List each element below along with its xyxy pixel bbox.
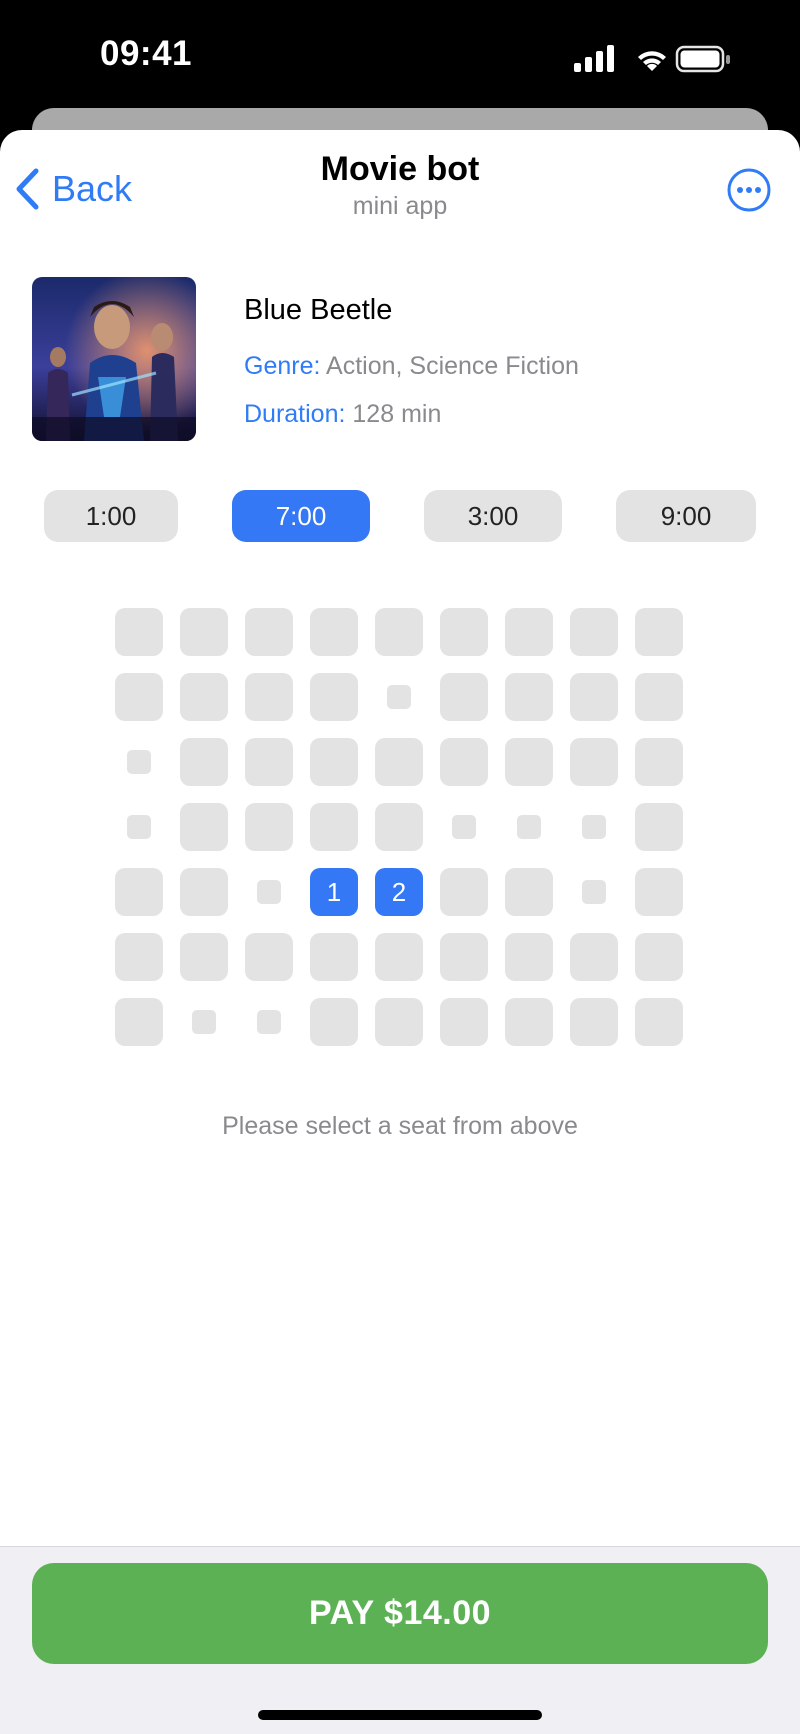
seat-available[interactable] — [180, 803, 228, 851]
seat-available[interactable] — [570, 998, 618, 1046]
seat-available[interactable] — [505, 738, 553, 786]
seat-selected[interactable]: 1 — [310, 868, 358, 916]
seat-taken — [245, 998, 293, 1046]
status-time: 09:41 — [100, 34, 193, 73]
seat-available[interactable] — [570, 673, 618, 721]
seat-available[interactable] — [375, 933, 423, 981]
seat-taken — [245, 868, 293, 916]
seat-taken — [115, 738, 163, 786]
pay-button[interactable]: PAY $14.00 — [32, 1563, 768, 1664]
showtime-button[interactable]: 9:00 — [616, 490, 756, 542]
showtime-button[interactable]: 7:00 — [232, 490, 370, 542]
seat-available[interactable] — [505, 608, 553, 656]
seat-available[interactable] — [570, 738, 618, 786]
status-icons — [574, 44, 734, 74]
seat-taken — [505, 803, 553, 851]
seat-available[interactable] — [375, 803, 423, 851]
seat-available[interactable] — [440, 868, 488, 916]
seat-available[interactable] — [440, 673, 488, 721]
home-indicator — [258, 1710, 542, 1720]
seat-available[interactable] — [245, 673, 293, 721]
seat-available[interactable] — [635, 803, 683, 851]
seat-taken — [570, 803, 618, 851]
seat-available[interactable] — [635, 738, 683, 786]
seat-available[interactable] — [180, 608, 228, 656]
genre-label: Genre: — [244, 352, 321, 380]
seat-available[interactable] — [375, 738, 423, 786]
seat-available[interactable] — [505, 933, 553, 981]
showtime-button[interactable]: 1:00 — [44, 490, 178, 542]
seat-available[interactable] — [375, 998, 423, 1046]
seat-available[interactable] — [505, 673, 553, 721]
seat-available[interactable] — [440, 933, 488, 981]
seat-available[interactable] — [245, 738, 293, 786]
status-bar: 09:41 — [0, 0, 800, 110]
mini-app-sheet: Back Movie bot mini app Blue Beetle Genr… — [0, 130, 800, 1734]
seat-available[interactable] — [115, 868, 163, 916]
seat-taken — [115, 803, 163, 851]
showtime-button[interactable]: 3:00 — [424, 490, 562, 542]
seat-taken — [440, 803, 488, 851]
movie-poster — [32, 277, 196, 441]
seat-available[interactable] — [310, 738, 358, 786]
seat-available[interactable] — [245, 933, 293, 981]
seat-map: 12 — [115, 608, 685, 1048]
seat-available[interactable] — [245, 608, 293, 656]
seat-available[interactable] — [635, 868, 683, 916]
seat-available[interactable] — [310, 803, 358, 851]
battery-icon — [675, 45, 730, 73]
seat-taken — [180, 998, 228, 1046]
seat-available[interactable] — [440, 608, 488, 656]
duration-value: 128 min — [352, 400, 442, 428]
seat-available[interactable] — [570, 933, 618, 981]
page-subtitle: mini app — [352, 192, 448, 220]
seat-available[interactable] — [505, 998, 553, 1046]
bottom-bar: PAY $14.00 — [0, 1546, 800, 1734]
seat-available[interactable] — [440, 998, 488, 1046]
seat-available[interactable] — [635, 673, 683, 721]
seat-available[interactable] — [635, 933, 683, 981]
seat-available[interactable] — [310, 673, 358, 721]
seat-available[interactable] — [115, 673, 163, 721]
seat-available[interactable] — [180, 738, 228, 786]
seat-available[interactable] — [115, 608, 163, 656]
seat-available[interactable] — [635, 608, 683, 656]
seat-available[interactable] — [505, 868, 553, 916]
movie-genre: Genre: Action, Science Fiction — [244, 352, 579, 381]
seat-available[interactable] — [180, 673, 228, 721]
seat-available[interactable] — [245, 803, 293, 851]
seat-available[interactable] — [310, 608, 358, 656]
seat-available[interactable] — [115, 998, 163, 1046]
seat-available[interactable] — [440, 738, 488, 786]
seat-available[interactable] — [115, 933, 163, 981]
seat-taken — [375, 673, 423, 721]
duration-label: Duration: — [244, 400, 346, 428]
seat-available[interactable] — [310, 998, 358, 1046]
seat-available[interactable] — [375, 608, 423, 656]
signal-icon — [574, 45, 614, 72]
seat-selected[interactable]: 2 — [375, 868, 423, 916]
wifi-icon — [638, 51, 666, 71]
seat-taken — [570, 868, 618, 916]
seat-available[interactable] — [310, 933, 358, 981]
movie-title: Blue Beetle — [244, 294, 393, 326]
seat-available[interactable] — [635, 998, 683, 1046]
seat-available[interactable] — [570, 608, 618, 656]
more-options-button[interactable] — [726, 167, 772, 213]
seat-available[interactable] — [180, 933, 228, 981]
seat-hint: Please select a seat from above — [222, 1112, 578, 1140]
showtime-selector: 1:00 7:00 3:00 9:00 — [0, 490, 800, 544]
more-icon — [727, 168, 771, 212]
genre-value: Action, Science Fiction — [326, 352, 579, 380]
seat-available[interactable] — [180, 868, 228, 916]
page-title: Movie bot — [320, 150, 480, 188]
movie-duration: Duration: 128 min — [244, 400, 441, 429]
